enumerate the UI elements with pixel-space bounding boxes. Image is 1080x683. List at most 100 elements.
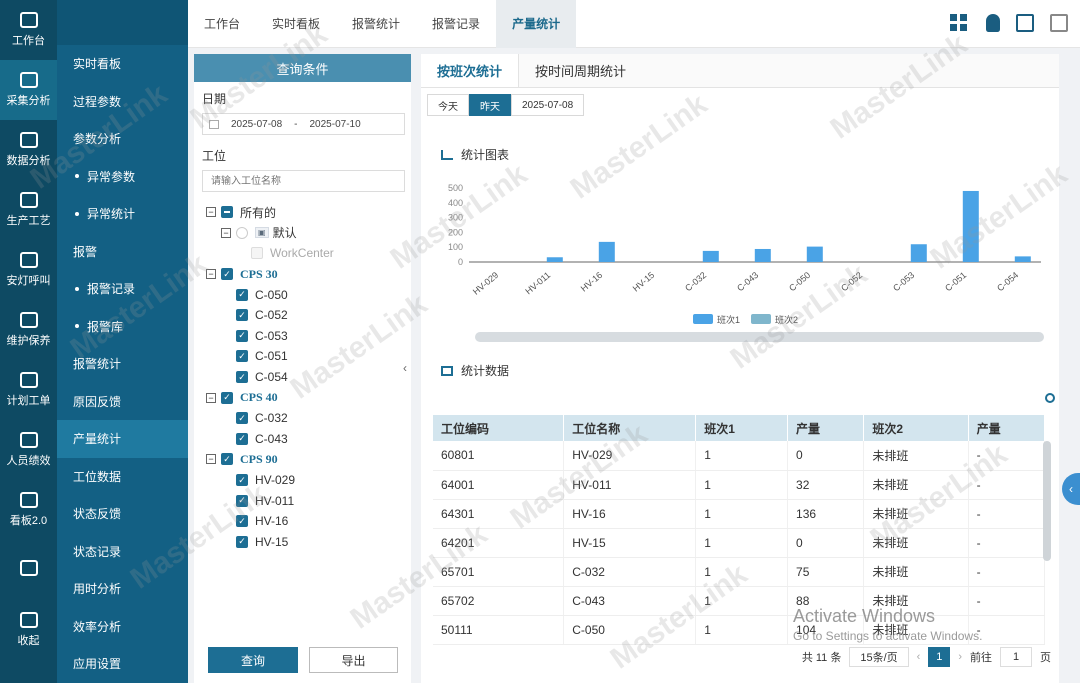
tree-node[interactable]: − CPS 30: [206, 264, 411, 285]
date-range-picker[interactable]: 2025-07-08 - 2025-07-10: [202, 113, 405, 135]
stat-tab-1[interactable]: 按时间周期统计: [519, 54, 642, 87]
submenu-item-9[interactable]: 原因反馈: [57, 383, 188, 421]
tree-checkbox[interactable]: [236, 432, 248, 445]
tree-toggle-icon[interactable]: −: [221, 227, 231, 238]
tree-node[interactable]: C-051: [206, 346, 411, 367]
top-tab-4[interactable]: 产量统计: [496, 0, 577, 48]
tree-toggle-icon[interactable]: −: [206, 392, 216, 403]
top-tab-3[interactable]: 报警记录: [416, 0, 496, 48]
export-button[interactable]: 导出: [309, 647, 398, 673]
submenu-item-1[interactable]: 过程参数: [57, 83, 188, 121]
submenu-item-15[interactable]: 效率分析: [57, 608, 188, 646]
submenu-item-3[interactable]: 异常参数: [57, 158, 188, 196]
bar-series1[interactable]: [546, 257, 563, 262]
bar-series1[interactable]: [962, 190, 979, 262]
tree-checkbox[interactable]: [236, 494, 248, 507]
current-page[interactable]: 1: [928, 647, 951, 667]
tree-checkbox[interactable]: [236, 309, 248, 322]
table-row[interactable]: 65701 C-032 1 75 未排班 -: [433, 557, 1046, 587]
range-button-2[interactable]: 2025-07-08: [511, 94, 585, 116]
range-button-1[interactable]: 昨天: [469, 94, 511, 116]
tree-checkbox[interactable]: [236, 515, 248, 528]
submenu-item-8[interactable]: 报警统计: [57, 345, 188, 383]
tree-checkbox[interactable]: [236, 288, 248, 301]
submenu-item-16[interactable]: 应用设置: [57, 645, 188, 683]
rail-item-6[interactable]: 计划工单: [0, 360, 57, 420]
table-row[interactable]: 64201 HV-15 1 0 未排班 -: [433, 528, 1046, 558]
tree-node[interactable]: C-043: [206, 429, 411, 450]
next-page-icon[interactable]: ›: [958, 651, 962, 663]
tree-checkbox[interactable]: [236, 329, 248, 342]
tree-node[interactable]: C-032: [206, 408, 411, 429]
tree-node[interactable]: WorkCenter: [206, 243, 411, 264]
tree-toggle-icon[interactable]: −: [206, 207, 216, 218]
tree-node[interactable]: HV-16: [206, 511, 411, 532]
side-drawer-handle[interactable]: ‹: [1062, 473, 1080, 505]
legend-label[interactable]: 班次1: [717, 314, 740, 325]
bell-icon[interactable]: [986, 14, 1000, 32]
bar-series1[interactable]: [806, 246, 823, 262]
legend-label[interactable]: 班次2: [775, 314, 798, 325]
table-row[interactable]: 64301 HV-16 1 136 未排班 -: [433, 499, 1046, 529]
tree-node[interactable]: HV-15: [206, 532, 411, 553]
submenu-item-13[interactable]: 状态记录: [57, 533, 188, 571]
rail-item-0[interactable]: 工作台: [0, 0, 57, 60]
tree-checkbox[interactable]: [236, 350, 248, 363]
language-icon[interactable]: [1016, 14, 1034, 32]
submenu-item-11[interactable]: 工位数据: [57, 458, 188, 496]
submenu-item-2[interactable]: 参数分析: [57, 120, 188, 158]
grid-icon[interactable]: [950, 14, 968, 32]
tree-node[interactable]: C-052: [206, 305, 411, 326]
bar-series1[interactable]: [1014, 256, 1031, 262]
tree-checkbox[interactable]: [236, 226, 248, 239]
tree-checkbox[interactable]: [221, 206, 233, 219]
tree-toggle-icon[interactable]: −: [206, 269, 216, 280]
tree-toggle-icon[interactable]: −: [206, 454, 216, 465]
submenu-item-4[interactable]: 异常统计: [57, 195, 188, 233]
submenu-item-12[interactable]: 状态反馈: [57, 495, 188, 533]
prev-page-icon[interactable]: ‹: [917, 651, 921, 663]
submenu-item-10[interactable]: 产量统计: [57, 420, 188, 458]
submenu-item-0[interactable]: 实时看板: [57, 45, 188, 83]
bar-series1[interactable]: [598, 241, 615, 262]
submenu-item-6[interactable]: 报警记录: [57, 270, 188, 308]
tree-checkbox[interactable]: [221, 268, 233, 281]
station-search-input[interactable]: [202, 170, 405, 192]
table-scrollbar[interactable]: [1043, 441, 1051, 561]
tree-checkbox[interactable]: [236, 412, 248, 425]
range-button-0[interactable]: 今天: [427, 94, 469, 116]
bar-series1[interactable]: [702, 250, 719, 262]
rail-item-8[interactable]: 看板2.0: [0, 480, 57, 540]
rail-item-3[interactable]: 生产工艺: [0, 180, 57, 240]
bar-series1[interactable]: [754, 248, 771, 262]
tree-checkbox[interactable]: [221, 391, 233, 404]
tree-checkbox[interactable]: [236, 371, 248, 384]
rail-item-1[interactable]: 采集分析: [0, 60, 57, 120]
submenu-item-7[interactable]: 报警库: [57, 308, 188, 346]
table-row[interactable]: 60801 HV-029 1 0 未排班 -: [433, 441, 1046, 471]
top-tab-2[interactable]: 报警统计: [336, 0, 416, 48]
panel-collapse-icon[interactable]: ‹: [403, 361, 407, 375]
bar-series1[interactable]: [910, 244, 927, 262]
tree-node[interactable]: − CPS 40: [206, 387, 411, 408]
tree-node[interactable]: HV-011: [206, 490, 411, 511]
rail-item-9[interactable]: [0, 540, 57, 600]
chart-scrollbar[interactable]: [475, 332, 1044, 342]
settings-icon[interactable]: [1045, 393, 1055, 403]
rail-item-2[interactable]: 数据分析: [0, 120, 57, 180]
tree-node[interactable]: C-053: [206, 326, 411, 347]
tree-checkbox[interactable]: [236, 474, 248, 487]
logout-icon[interactable]: [1050, 14, 1068, 32]
rail-item-4[interactable]: 安灯呼叫: [0, 240, 57, 300]
page-size-select[interactable]: 15条/页: [849, 647, 909, 667]
tree-node[interactable]: − CPS 90: [206, 449, 411, 470]
legend-swatch[interactable]: [751, 314, 771, 324]
tree-node[interactable]: − 所有的: [206, 202, 411, 223]
tree-node[interactable]: C-054: [206, 367, 411, 388]
rail-item-10[interactable]: 收起: [0, 600, 57, 660]
rail-item-7[interactable]: 人员绩效: [0, 420, 57, 480]
tree-node[interactable]: − ▣ 默认: [206, 223, 411, 244]
tree-node[interactable]: HV-029: [206, 470, 411, 491]
submenu-item-5[interactable]: 报警: [57, 233, 188, 271]
top-tab-0[interactable]: 工作台: [188, 0, 256, 48]
